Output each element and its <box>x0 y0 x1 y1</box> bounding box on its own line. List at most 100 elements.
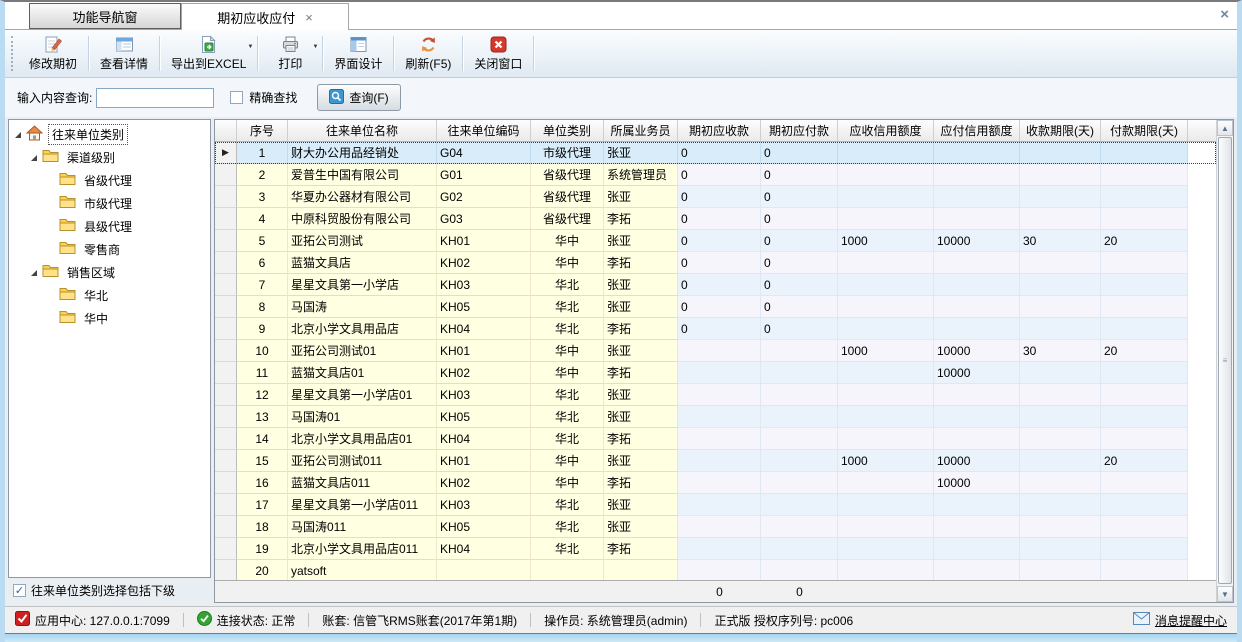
ui-design-button[interactable]: 界面设计 <box>324 30 392 77</box>
table-cell: 0 <box>761 230 838 252</box>
tree-leaf-item[interactable]: 零售商 <box>9 238 210 261</box>
column-header[interactable]: 期初应付款 <box>761 120 838 141</box>
vertical-scrollbar[interactable]: ▲ ≡ ▼ <box>1216 120 1233 602</box>
modify-initial-button[interactable]: 修改期初 <box>19 30 87 77</box>
row-selector[interactable] <box>215 516 237 538</box>
table-cell <box>761 472 838 494</box>
summary-cell <box>1101 581 1188 602</box>
table-row[interactable]: 5亚拓公司测试KH01华中张亚001000100003020 <box>215 230 1216 252</box>
tree-leaf-item[interactable]: 县级代理 <box>9 215 210 238</box>
row-selector[interactable] <box>215 384 237 406</box>
table-row[interactable]: 9北京小学文具用品店KH04华北李拓00 <box>215 318 1216 340</box>
row-selector[interactable] <box>215 472 237 494</box>
table-row[interactable]: 3华夏办公器材有限公司G02省级代理张亚00 <box>215 186 1216 208</box>
table-row[interactable]: 6蓝猫文具店KH02华中李拓00 <box>215 252 1216 274</box>
table-row[interactable]: 11蓝猫文具店01KH02华中李拓10000 <box>215 362 1216 384</box>
column-header[interactable]: 应付信用额度 <box>934 120 1020 141</box>
scroll-down-icon[interactable]: ▼ <box>1217 586 1233 602</box>
table-row[interactable]: 4中原科贸股份有限公司G03省级代理李拓00 <box>215 208 1216 230</box>
row-selector[interactable] <box>215 208 237 230</box>
scrollbar-thumb[interactable]: ≡ <box>1218 137 1232 584</box>
row-selector[interactable] <box>215 252 237 274</box>
table-cell: 蓝猫文具店01 <box>288 362 437 384</box>
row-selector[interactable] <box>215 230 237 252</box>
connection-ok-icon <box>197 611 212 629</box>
table-row[interactable]: 20yatsoft <box>215 560 1216 580</box>
table-cell: 华中 <box>531 472 604 494</box>
tree-group-item[interactable]: 渠道级别 <box>9 146 210 169</box>
table-row[interactable]: 7星星文具第一小学店KH03华北张亚00 <box>215 274 1216 296</box>
table-row[interactable]: 14北京小学文具用品店01KH04华北李拓 <box>215 428 1216 450</box>
table-cell <box>1101 494 1188 516</box>
column-header[interactable]: 应收信用额度 <box>838 120 934 141</box>
table-cell: 0 <box>761 164 838 186</box>
tab-function-navigator[interactable]: 功能导航窗 <box>29 3 181 29</box>
expand-triangle-icon[interactable] <box>31 155 37 161</box>
column-header[interactable]: 往来单位名称 <box>288 120 437 141</box>
column-header[interactable]: 序号 <box>237 120 288 141</box>
dropdown-arrow-icon[interactable]: ▼ <box>312 44 318 50</box>
modify-initial-button-label: 修改期初 <box>29 55 77 72</box>
table-cell: 0 <box>678 318 761 340</box>
exact-match-checkbox[interactable] <box>230 91 243 104</box>
row-selector[interactable] <box>215 186 237 208</box>
tree-leaf-item[interactable]: 华中 <box>9 307 210 330</box>
expand-triangle-icon[interactable] <box>31 270 37 276</box>
table-cell <box>1020 560 1101 580</box>
tree-leaf-item[interactable]: 市级代理 <box>9 192 210 215</box>
table-row[interactable]: 16蓝猫文具店011KH02华中李拓10000 <box>215 472 1216 494</box>
column-header[interactable]: 单位类别 <box>531 120 604 141</box>
tree-leaf-item[interactable]: 省级代理 <box>9 169 210 192</box>
table-cell <box>1101 516 1188 538</box>
query-button[interactable]: 查询(F) <box>317 84 400 111</box>
table-cell: 李拓 <box>604 252 678 274</box>
table-row[interactable]: 18马国涛011KH05华北张亚 <box>215 516 1216 538</box>
tree-leaf-item[interactable]: 华北 <box>9 284 210 307</box>
column-header[interactable]: 收款期限(天) <box>1020 120 1101 141</box>
table-cell <box>1020 186 1101 208</box>
tab-initial-receivable-payable[interactable]: 期初应收应付 × <box>181 3 349 30</box>
table-row[interactable]: 10亚拓公司测试01KH01华中张亚1000100003020 <box>215 340 1216 362</box>
window-close-icon[interactable]: × <box>1220 6 1229 23</box>
table-row[interactable]: 12星星文具第一小学店01KH03华北张亚 <box>215 384 1216 406</box>
row-selector[interactable] <box>215 428 237 450</box>
search-input[interactable] <box>96 88 214 108</box>
table-row[interactable]: 13马国涛01KH05华北张亚 <box>215 406 1216 428</box>
folder-icon <box>59 218 76 235</box>
tree-root-item[interactable]: 往来单位类别 <box>9 123 210 146</box>
dropdown-arrow-icon[interactable]: ▼ <box>247 44 253 50</box>
column-header[interactable]: 往来单位编码 <box>437 120 531 141</box>
expand-triangle-icon[interactable] <box>15 132 21 138</box>
tab-close-icon[interactable]: × <box>305 10 313 25</box>
table-row[interactable]: ▶1财大办公用品经销处G04市级代理张亚00 <box>215 142 1216 164</box>
table-row[interactable]: 15亚拓公司测试011KH01华中张亚10001000020 <box>215 450 1216 472</box>
row-selector[interactable] <box>215 340 237 362</box>
column-header[interactable]: 付款期限(天) <box>1101 120 1188 141</box>
tree-group-item[interactable]: 销售区域 <box>9 261 210 284</box>
table-row[interactable]: 17星星文具第一小学店011KH03华北张亚 <box>215 494 1216 516</box>
row-selector[interactable] <box>215 318 237 340</box>
row-selector[interactable] <box>215 494 237 516</box>
row-selector[interactable] <box>215 406 237 428</box>
message-center-link[interactable]: 消息提醒中心 <box>1133 612 1227 629</box>
refresh-button[interactable]: 刷新(F5) <box>395 30 461 77</box>
row-selector[interactable] <box>215 450 237 472</box>
table-row[interactable]: 2爱普生中国有限公司G01省级代理系统管理员00 <box>215 164 1216 186</box>
include-sub-checkbox[interactable]: ✓ <box>13 584 26 597</box>
row-selector[interactable] <box>215 296 237 318</box>
column-header[interactable]: 期初应收款 <box>678 120 761 141</box>
row-selector[interactable] <box>215 164 237 186</box>
scroll-up-icon[interactable]: ▲ <box>1217 120 1233 136</box>
row-selector[interactable] <box>215 538 237 560</box>
close-window-button[interactable]: 关闭窗口 <box>464 30 532 77</box>
print-button[interactable]: 打印▼ <box>259 30 321 77</box>
row-selector[interactable]: ▶ <box>215 142 237 164</box>
row-selector[interactable] <box>215 362 237 384</box>
row-selector[interactable] <box>215 274 237 296</box>
export-excel-button[interactable]: 导出到EXCEL▼ <box>161 30 256 77</box>
table-row[interactable]: 8马国涛KH05华北张亚00 <box>215 296 1216 318</box>
table-row[interactable]: 19北京小学文具用品店011KH04华北李拓 <box>215 538 1216 560</box>
row-selector[interactable] <box>215 560 237 580</box>
view-details-button[interactable]: 查看详情 <box>90 30 158 77</box>
column-header[interactable]: 所属业务员 <box>604 120 678 141</box>
